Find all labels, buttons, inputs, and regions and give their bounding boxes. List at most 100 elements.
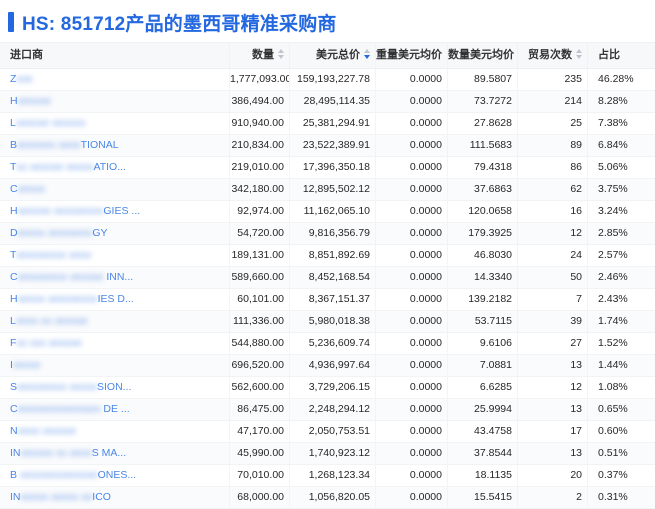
page-title: HS: 851712产品的墨西哥精准采购商	[22, 13, 337, 35]
importer-link[interactable]: Fxx xxx xexoxe	[10, 337, 82, 349]
qty-cell: 589,660.00	[230, 267, 290, 288]
table-row: Cxexoxexox xexoxe INN... 589,660.00 8,452,…	[0, 267, 655, 289]
column-header-share: 占比	[588, 43, 655, 68]
column-label: 占比	[598, 49, 620, 61]
importer-link[interactable]: Sxexoxexox xexoxSION...	[10, 381, 131, 393]
importer-name-redacted: xxe	[16, 73, 33, 85]
importer-name-visible-prefix: C	[10, 271, 18, 283]
importer-link[interactable]: Dxexox xexoxexoGY	[10, 227, 107, 239]
qty-cell: 60,101.00	[230, 289, 290, 310]
qty-cell: 386,494.00	[230, 91, 290, 112]
share-cell: 2.46%	[598, 271, 628, 283]
importer-name-visible-prefix: IN	[10, 491, 21, 503]
trades-cell: 89	[518, 135, 588, 156]
qty-cell: 68,000.00	[230, 487, 290, 508]
share-cell: 0.60%	[598, 425, 628, 437]
importer-name-visible-prefix: L	[10, 117, 16, 129]
importer-name-visible-prefix: IN	[10, 447, 21, 459]
trades-cell: 25	[518, 113, 588, 134]
importer-link[interactable]: Cxexox	[10, 183, 45, 195]
qty-avg-cell: 43.4758	[448, 421, 518, 442]
column-header-trades[interactable]: 贸易次数	[518, 43, 588, 68]
trades-cell: 39	[518, 311, 588, 332]
qty-cell: 696,520.00	[230, 355, 290, 376]
importer-name-redacted: xx xexoxe xexox	[16, 161, 94, 173]
importer-link[interactable]: Hxexoxe xexoxexoxGIES ...	[10, 205, 140, 217]
qty-avg-cell: 73.7272	[448, 91, 518, 112]
importer-name-redacted: xx xxx xexoxe	[16, 337, 82, 349]
importer-link[interactable]: Nxexo xexoxe	[10, 425, 76, 437]
share-cell: 2.85%	[598, 227, 628, 239]
importer-link[interactable]: INxexox xexox xeICO	[10, 491, 111, 503]
importer-link[interactable]: Ixexox	[10, 359, 40, 371]
importer-name-visible-suffix: GIES ...	[103, 205, 141, 217]
qty-cell: 47,170.00	[230, 421, 290, 442]
trades-cell: 13	[518, 443, 588, 464]
importer-cell: Lxexo xx xexoxe	[0, 311, 230, 332]
buyers-table: 进口商 数量 美元总价 重量美元均价 数量美元均价 贸易次数 占比 Zxxe 1,777,09…	[0, 42, 655, 509]
importer-link[interactable]: Hxexoxe	[10, 95, 51, 107]
importer-name-visible-prefix: H	[10, 205, 18, 217]
sort-icon[interactable]	[278, 49, 284, 60]
sort-icon[interactable]	[364, 49, 370, 60]
importer-cell: Bxexoxex xexoTIONAL	[0, 135, 230, 156]
table-row: Lxexoxe xexoxo 910,940.00 25,381,294.91 0.0…	[0, 113, 655, 135]
importer-cell: Ixexox	[0, 355, 230, 376]
importer-name-visible-prefix: B	[10, 469, 20, 481]
qty-avg-cell: 37.8544	[448, 443, 518, 464]
importer-name-visible-prefix: B	[10, 139, 18, 151]
importer-link[interactable]: B xexoxexoxexoxeONES...	[10, 469, 136, 481]
column-header-usd_total[interactable]: 美元总价	[290, 43, 376, 68]
importer-name-visible-prefix: H	[10, 95, 18, 107]
usd-total-cell: 8,367,151.37	[290, 289, 376, 310]
qty-cell: 219,010.00	[230, 157, 290, 178]
importer-name-visible-suffix: DE ...	[103, 403, 130, 415]
weight-avg-cell: 0.0000	[376, 289, 448, 310]
importer-link[interactable]: Lxexoxe xexoxo	[10, 117, 85, 129]
importer-link[interactable]: Bxexoxex xexoTIONAL	[10, 139, 119, 151]
weight-avg-cell: 0.0000	[376, 113, 448, 134]
importer-link[interactable]: Cxexoxexoxexoxex DE ...	[10, 403, 130, 415]
importer-name-redacted: xexoxexox xexoxe	[17, 271, 107, 283]
weight-avg-cell: 0.0000	[376, 69, 448, 90]
table-row: Cxexoxexoxexoxex DE ... 86,475.00 2,248,29…	[0, 399, 655, 421]
share-cell: 1.08%	[598, 381, 628, 393]
importer-link[interactable]: INxexoxx xx xexoS MA...	[10, 447, 126, 459]
column-label: 美元总价	[316, 49, 360, 61]
importer-link[interactable]: Txx xexoxe xexoxATIO...	[10, 161, 126, 173]
qty-avg-cell: 27.8628	[448, 113, 518, 134]
column-label: 数量	[252, 49, 274, 61]
importer-cell: INxexox xexox xeICO	[0, 487, 230, 508]
importer-name-visible-prefix: S	[10, 381, 18, 393]
weight-avg-cell: 0.0000	[376, 443, 448, 464]
usd-total-cell: 12,895,502.12	[290, 179, 376, 200]
importer-name-visible-suffix: TIONAL	[80, 139, 119, 151]
qty-avg-cell: 25.9994	[448, 399, 518, 420]
importer-link[interactable]: Zxxe	[10, 73, 33, 85]
column-header-qty[interactable]: 数量	[230, 43, 290, 68]
trades-cell: 2	[518, 487, 588, 508]
share-cell: 1.52%	[598, 337, 628, 349]
importer-link[interactable]: Cxexoxexox xexoxe INN...	[10, 271, 133, 283]
trades-cell: 235	[518, 69, 588, 90]
importer-link[interactable]: Txexoxexox xexo	[10, 249, 91, 261]
weight-avg-cell: 0.0000	[376, 179, 448, 200]
qty-cell: 92,974.00	[230, 201, 290, 222]
qty-cell: 189,131.00	[230, 245, 290, 266]
importer-cell: Nxexo xexoxe	[0, 421, 230, 442]
sort-icon[interactable]	[576, 49, 582, 60]
qty-cell: 910,940.00	[230, 113, 290, 134]
importer-link[interactable]: Hxexox xexoxexoxIES D...	[10, 293, 134, 305]
share-cell: 0.51%	[598, 447, 628, 459]
usd-total-cell: 4,936,997.64	[290, 355, 376, 376]
share-cell: 0.37%	[598, 469, 628, 481]
trades-cell: 17	[518, 421, 588, 442]
weight-avg-cell: 0.0000	[376, 157, 448, 178]
importer-name-redacted: xexoxe xexoxo	[15, 117, 86, 129]
share-cell: 8.28%	[598, 95, 628, 107]
importer-link[interactable]: Lxexo xx xexoxe	[10, 315, 88, 327]
importer-cell: Hxexoxe xexoxexoxGIES ...	[0, 201, 230, 222]
qty-cell: 210,834.00	[230, 135, 290, 156]
qty-avg-cell: 111.5683	[448, 135, 518, 156]
weight-avg-cell: 0.0000	[376, 487, 448, 508]
